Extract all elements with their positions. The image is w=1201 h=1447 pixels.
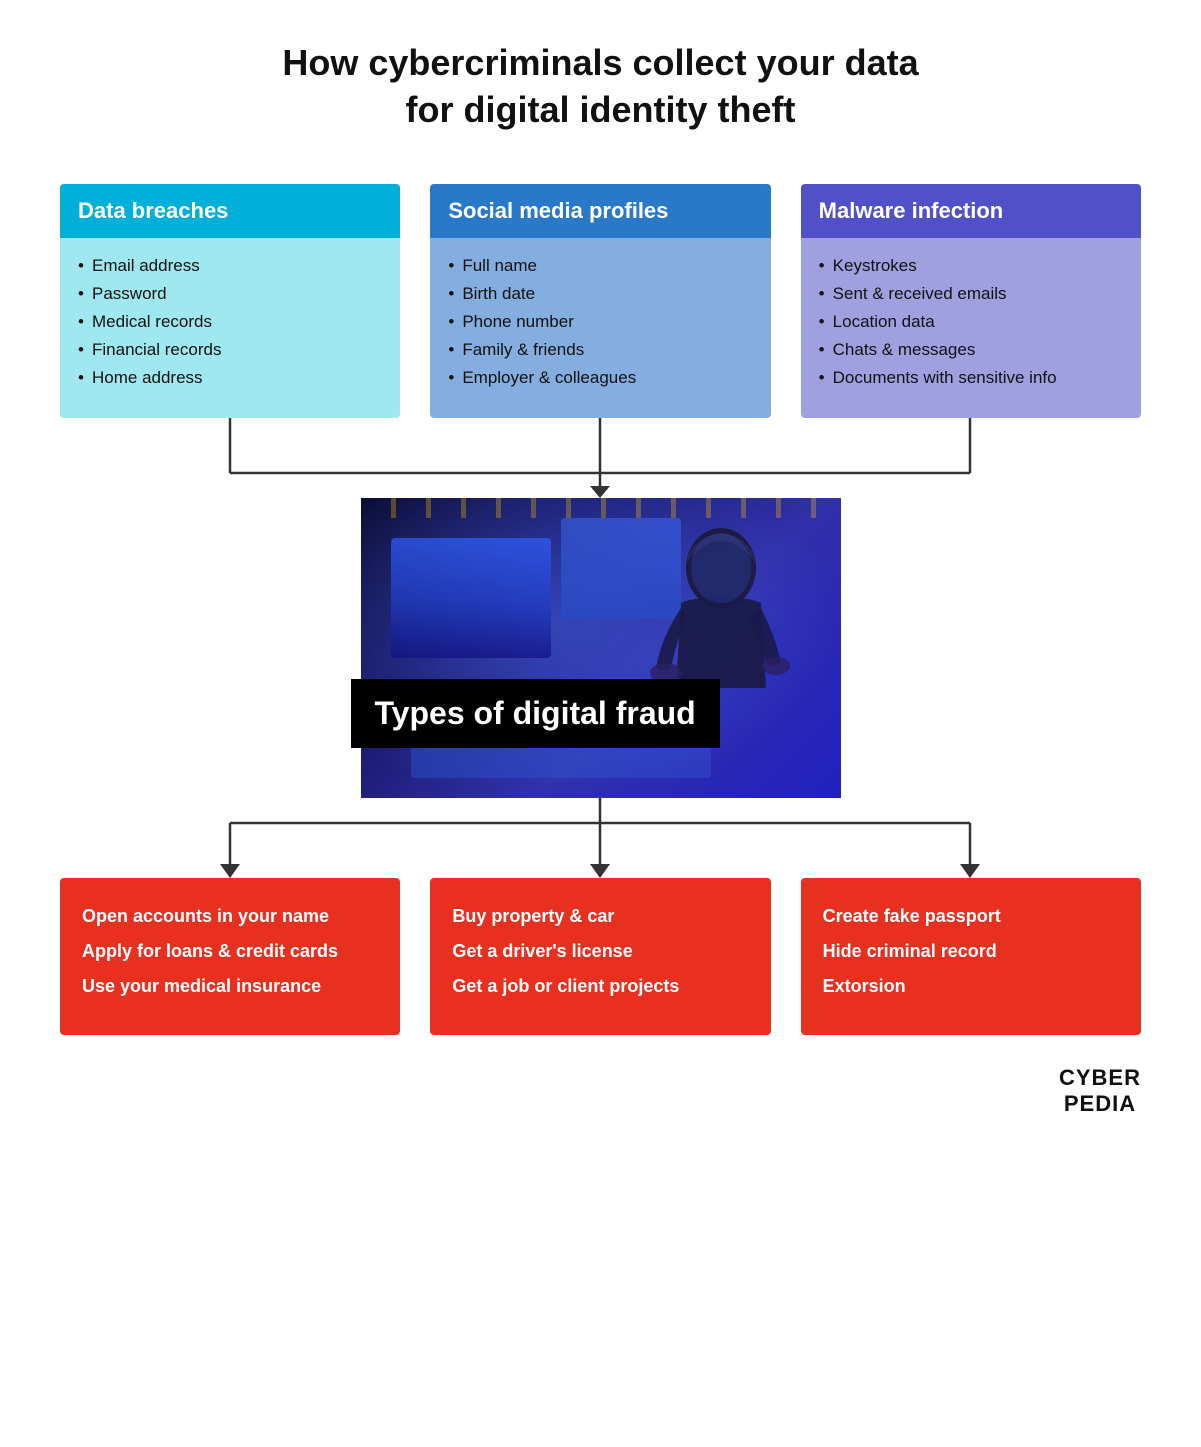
fraud-label-text: Types of digital fraud <box>375 695 696 731</box>
list-item: Full name <box>448 256 752 276</box>
identity-fraud-line1: Buy property & car <box>452 904 748 929</box>
document-fraud-box: Create fake passport Hide criminal recor… <box>801 878 1141 1036</box>
list-item: Family & friends <box>448 340 752 360</box>
social-media-header: Social media profiles <box>430 184 770 238</box>
top-boxes-row: Data breaches Email address Password Med… <box>60 184 1141 418</box>
document-fraud-line1: Create fake passport <box>823 904 1119 929</box>
identity-fraud-line3: Get a job or client projects <box>452 974 748 999</box>
financial-fraud-line2: Apply for loans & credit cards <box>82 939 378 964</box>
list-item: Keystrokes <box>819 256 1123 276</box>
list-item: Birth date <box>448 284 752 304</box>
list-item: Password <box>78 284 382 304</box>
identity-fraud-line2: Get a driver's license <box>452 939 748 964</box>
financial-fraud-line1: Open accounts in your name <box>82 904 378 929</box>
malware-box: Malware infection Keystrokes Sent & rece… <box>801 184 1141 418</box>
ceiling-lights <box>361 498 841 518</box>
list-item: Employer & colleagues <box>448 368 752 388</box>
malware-list: Keystrokes Sent & received emails Locati… <box>819 256 1123 388</box>
connector-bottom <box>60 798 1141 878</box>
financial-fraud-line3: Use your medical insurance <box>82 974 378 999</box>
hacker-image <box>361 498 841 798</box>
center-image-wrapper: Types of digital fraud <box>361 498 841 798</box>
cyberpedia-logo: CYBER PEDIA <box>1059 1065 1141 1117</box>
list-item: Documents with sensitive info <box>819 368 1123 388</box>
list-item: Email address <box>78 256 382 276</box>
logo-cyber: CYBER <box>1059 1065 1141 1091</box>
list-item: Home address <box>78 368 382 388</box>
social-media-body: Full name Birth date Phone number Family… <box>430 238 770 418</box>
list-item: Location data <box>819 312 1123 332</box>
list-item: Phone number <box>448 312 752 332</box>
center-section: Types of digital fraud <box>60 498 1141 798</box>
social-media-list: Full name Birth date Phone number Family… <box>448 256 752 388</box>
connector-top-svg <box>60 418 1141 498</box>
data-breaches-body: Email address Password Medical records F… <box>60 238 400 418</box>
list-item: Sent & received emails <box>819 284 1123 304</box>
connector-bottom-svg <box>60 798 1141 878</box>
fraud-label-box: Types of digital fraud <box>351 679 720 748</box>
data-breaches-list: Email address Password Medical records F… <box>78 256 382 388</box>
document-fraud-line3: Extorsion <box>823 974 1119 999</box>
malware-header: Malware infection <box>801 184 1141 238</box>
list-item: Medical records <box>78 312 382 332</box>
logo-wrapper: CYBER PEDIA <box>60 1065 1141 1117</box>
list-item: Financial records <box>78 340 382 360</box>
financial-fraud-box: Open accounts in your name Apply for loa… <box>60 878 400 1036</box>
data-breaches-header: Data breaches <box>60 184 400 238</box>
list-item: Chats & messages <box>819 340 1123 360</box>
data-breaches-box: Data breaches Email address Password Med… <box>60 184 400 418</box>
connector-top <box>60 418 1141 498</box>
main-title: How cybercriminals collect your data for… <box>282 40 918 134</box>
social-media-box: Social media profiles Full name Birth da… <box>430 184 770 418</box>
logo-pedia: PEDIA <box>1059 1091 1141 1117</box>
document-fraud-line2: Hide criminal record <box>823 939 1119 964</box>
page-container: How cybercriminals collect your data for… <box>0 0 1201 1177</box>
bottom-boxes-row: Open accounts in your name Apply for loa… <box>60 878 1141 1036</box>
malware-body: Keystrokes Sent & received emails Locati… <box>801 238 1141 418</box>
monitor-glow-left <box>391 538 551 658</box>
keyboard-glow <box>411 748 711 778</box>
identity-fraud-box: Buy property & car Get a driver's licens… <box>430 878 770 1036</box>
